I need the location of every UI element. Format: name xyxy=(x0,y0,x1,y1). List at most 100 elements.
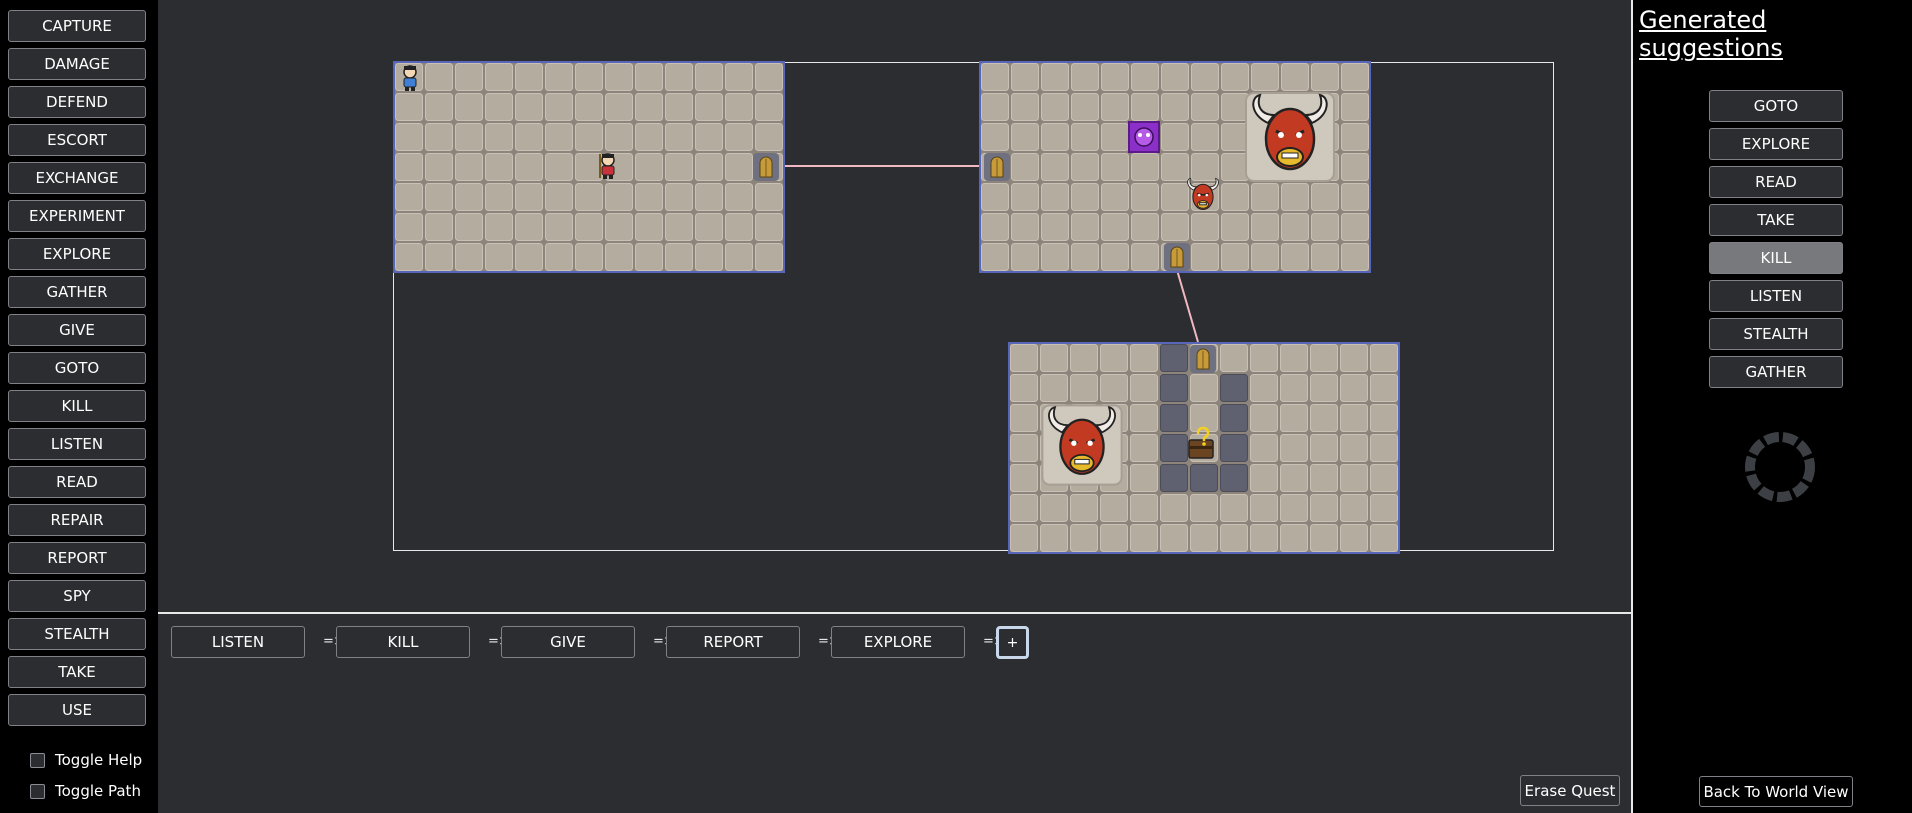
floor-tile xyxy=(1101,123,1129,151)
floor-tile xyxy=(545,93,573,121)
action-button-read[interactable]: READ xyxy=(8,466,146,498)
erase-quest-button[interactable]: Erase Quest xyxy=(1520,775,1620,806)
action-button-damage[interactable]: DAMAGE xyxy=(8,48,146,80)
floor-tile xyxy=(1130,524,1158,552)
minotaur-boss-icon[interactable] xyxy=(1245,92,1335,182)
floor-tile xyxy=(425,153,453,181)
back-to-world-view-button[interactable]: Back To World View xyxy=(1699,776,1853,807)
floor-tile xyxy=(1071,183,1099,211)
action-button-report[interactable]: REPORT xyxy=(8,542,146,574)
floor-tile xyxy=(1310,344,1338,372)
door-icon[interactable] xyxy=(984,153,1010,181)
floor-tile xyxy=(1340,464,1368,492)
action-button-goto[interactable]: GOTO xyxy=(8,352,146,384)
floor-tile xyxy=(1011,123,1039,151)
toggle-help[interactable]: Toggle Help xyxy=(30,751,142,769)
quest-step-listen[interactable]: LISTEN xyxy=(171,626,305,658)
suggestion-read[interactable]: READ xyxy=(1709,166,1843,198)
wall-tile xyxy=(1160,464,1188,492)
action-button-repair[interactable]: REPAIR xyxy=(8,504,146,536)
floor-tile xyxy=(1071,153,1099,181)
floor-tile xyxy=(1280,464,1308,492)
npc-villager-icon[interactable] xyxy=(601,153,615,179)
floor-tile xyxy=(1221,93,1249,121)
add-step-button[interactable]: + xyxy=(996,626,1029,659)
action-button-take[interactable]: TAKE xyxy=(8,656,146,688)
floor-tile xyxy=(695,93,723,121)
floor-tile xyxy=(725,63,753,91)
floor-tile xyxy=(485,183,513,211)
floor-tile xyxy=(1281,183,1309,211)
action-button-gather[interactable]: GATHER xyxy=(8,276,146,308)
suggestion-explore[interactable]: EXPLORE xyxy=(1709,128,1843,160)
floor-tile xyxy=(981,213,1009,241)
floor-tile xyxy=(455,153,483,181)
floor-tile xyxy=(395,183,423,211)
minotaur-boss-icon[interactable] xyxy=(1041,404,1123,486)
floor-tile xyxy=(1131,63,1159,91)
suggestion-stealth[interactable]: STEALTH xyxy=(1709,318,1843,350)
floor-tile xyxy=(1100,344,1128,372)
floor-tile xyxy=(981,123,1009,151)
floor-tile xyxy=(1310,404,1338,432)
action-button-escort[interactable]: ESCORT xyxy=(8,124,146,156)
toggle-help-checkbox[interactable] xyxy=(30,752,45,768)
toggle-path-checkbox[interactable] xyxy=(30,783,45,799)
floor-tile xyxy=(1221,213,1249,241)
purple-demon-tile-icon[interactable] xyxy=(1128,121,1160,153)
floor-tile xyxy=(1041,153,1069,181)
player-icon[interactable] xyxy=(403,65,417,91)
floor-tile xyxy=(1191,243,1219,271)
floor-tile xyxy=(1311,213,1339,241)
floor-tile xyxy=(1370,344,1398,372)
quest-step-report[interactable]: REPORT xyxy=(666,626,800,658)
floor-tile xyxy=(725,123,753,151)
floor-tile xyxy=(755,93,783,121)
floor-tile xyxy=(575,63,603,91)
toggle-path[interactable]: Toggle Path xyxy=(30,782,141,800)
door-icon[interactable] xyxy=(1190,345,1216,373)
action-button-experiment[interactable]: EXPERIMENT xyxy=(8,200,146,232)
room-top-left[interactable] xyxy=(393,61,785,273)
floor-tile xyxy=(725,243,753,271)
floor-tile xyxy=(1191,63,1219,91)
quest-map[interactable] xyxy=(158,0,1631,612)
wall-tile xyxy=(1220,464,1248,492)
action-button-explore[interactable]: EXPLORE xyxy=(8,238,146,270)
floor-tile xyxy=(1340,524,1368,552)
floor-tile xyxy=(1101,243,1129,271)
quest-step-kill[interactable]: KILL xyxy=(336,626,470,658)
floor-tile xyxy=(1040,524,1068,552)
floor-tile xyxy=(545,213,573,241)
suggestion-goto[interactable]: GOTO xyxy=(1709,90,1843,122)
suggestions-title: Generated suggestions xyxy=(1639,6,1783,62)
floor-tile xyxy=(1131,93,1159,121)
floor-tile xyxy=(605,243,633,271)
action-button-give[interactable]: GIVE xyxy=(8,314,146,346)
door-icon[interactable] xyxy=(1164,243,1190,271)
floor-tile xyxy=(515,63,543,91)
action-button-exchange[interactable]: EXCHANGE xyxy=(8,162,146,194)
floor-tile xyxy=(1011,153,1039,181)
action-button-capture[interactable]: CAPTURE xyxy=(8,10,146,42)
floor-tile xyxy=(635,243,663,271)
room-connector xyxy=(1176,269,1199,343)
quest-step-explore[interactable]: EXPLORE xyxy=(831,626,965,658)
wall-tile xyxy=(1220,434,1248,462)
action-button-stealth[interactable]: STEALTH xyxy=(8,618,146,650)
suggestion-kill[interactable]: KILL xyxy=(1709,242,1843,274)
action-button-defend[interactable]: DEFEND xyxy=(8,86,146,118)
suggestion-listen[interactable]: LISTEN xyxy=(1709,280,1843,312)
door-icon[interactable] xyxy=(753,153,779,181)
suggestion-take[interactable]: TAKE xyxy=(1709,204,1843,236)
action-button-listen[interactable]: LISTEN xyxy=(8,428,146,460)
action-button-use[interactable]: USE xyxy=(8,694,146,726)
map-canvas[interactable] xyxy=(158,0,1631,612)
floor-tile xyxy=(1011,183,1039,211)
floor-tile xyxy=(1370,434,1398,462)
suggestion-gather[interactable]: GATHER xyxy=(1709,356,1843,388)
action-button-kill[interactable]: KILL xyxy=(8,390,146,422)
action-button-spy[interactable]: SPY xyxy=(8,580,146,612)
floor-tile xyxy=(1370,374,1398,402)
quest-step-give[interactable]: GIVE xyxy=(501,626,635,658)
